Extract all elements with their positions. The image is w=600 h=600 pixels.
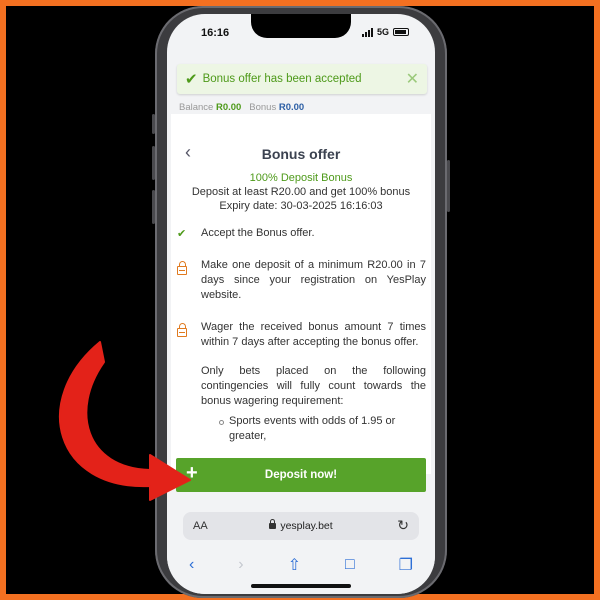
bonus-value: R0.00 — [278, 102, 305, 113]
browser-toolbar: AA yesplay.bet ↻ ‹ › ⇧ □ ❐ — [167, 502, 435, 594]
forward-arrow-icon[interactable]: › — [238, 556, 243, 574]
balance-value: R0.00 — [215, 102, 242, 113]
bookmarks-icon[interactable]: □ — [345, 556, 355, 574]
bullet-icon — [219, 420, 224, 425]
deposit-button-label: Deposit now! — [264, 469, 338, 481]
offer-name: 100% Deposit Bonus — [249, 172, 353, 184]
wager-note: Only bets placed on the following contin… — [201, 365, 426, 407]
success-toast: ✔ Bonus offer has been accepted ✕ — [177, 64, 427, 94]
page-title: Bonus offer — [261, 146, 341, 162]
offer-description: Deposit at least R20.00 and get 100% bon… — [191, 186, 411, 198]
phone-screen: 16:16 5G ‹ Bonus offer 100% Deposit Bonu… — [167, 14, 435, 594]
lock-icon — [177, 323, 187, 337]
network-label: 5G — [376, 27, 389, 37]
home-indicator — [251, 584, 351, 588]
deposit-now-button[interactable]: + Deposit now! — [176, 458, 426, 492]
balance-bar: Balance R0.00 Bonus R0.00 — [179, 102, 304, 113]
phone-side-button — [152, 114, 155, 134]
bonus-offer-card: ‹ Bonus offer 100% Deposit Bonus Deposit… — [171, 114, 431, 474]
battery-icon — [393, 28, 409, 36]
lock-icon — [269, 519, 277, 529]
balance-label: Balance — [179, 102, 214, 113]
browser-nav: ‹ › ⇧ □ ❐ — [167, 554, 435, 576]
phone-power-button — [447, 160, 450, 212]
status-time: 16:16 — [201, 27, 230, 39]
check-icon: ✔ — [177, 228, 187, 240]
lock-icon — [177, 261, 187, 275]
check-icon: ✔ — [185, 71, 198, 88]
address-bar[interactable]: AA yesplay.bet ↻ — [183, 512, 419, 540]
phone-volume-down — [152, 190, 155, 224]
sub-item: Sports events with odds of 1.95 or great… — [229, 415, 396, 442]
bonus-label: Bonus — [249, 102, 277, 113]
phone-volume-up — [152, 146, 155, 180]
step-item: Make one deposit of a minimum R20.00 in … — [201, 259, 426, 301]
close-icon[interactable]: ✕ — [406, 69, 419, 89]
offer-expiry: Expiry date: 30-03-2025 16:16:03 — [219, 200, 383, 212]
reload-icon[interactable]: ↻ — [397, 517, 409, 534]
signal-icon — [361, 27, 373, 37]
notch — [251, 14, 351, 38]
share-icon[interactable]: ⇧ — [288, 555, 301, 575]
tabs-icon[interactable]: ❐ — [399, 555, 413, 575]
url-text: yesplay.bet — [280, 520, 333, 532]
status-icons: 5G — [361, 27, 409, 37]
step-item: Wager the received bonus amount 7 times … — [201, 321, 426, 348]
toast-message: Bonus offer has been accepted — [202, 73, 362, 85]
text-size-button[interactable]: AA — [193, 520, 208, 532]
step-item: Accept the Bonus offer. — [201, 227, 315, 239]
plus-icon: + — [186, 462, 198, 484]
back-arrow-icon[interactable]: ‹ — [189, 556, 194, 574]
